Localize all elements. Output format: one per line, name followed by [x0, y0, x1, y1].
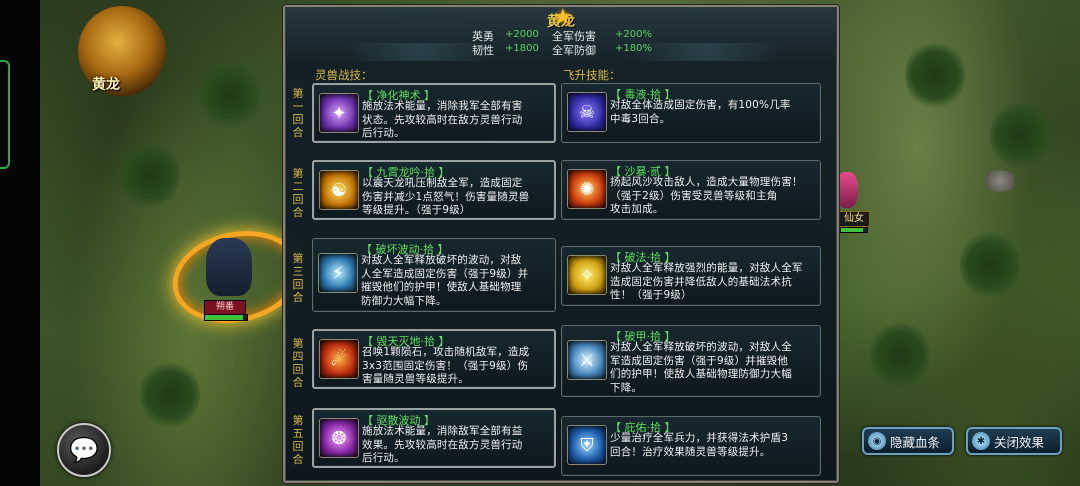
effects-icon: ✱ — [972, 432, 990, 450]
round-label: 第 二 回 合 — [292, 167, 304, 219]
hide-hp-bars-button[interactable]: ◉ 隐藏血条 — [862, 427, 954, 455]
stat-name: 全军防御 — [552, 44, 596, 57]
armor-break-icon: ⚔ — [567, 340, 607, 380]
tree — [140, 360, 200, 430]
tree — [870, 320, 930, 390]
dragon-skill-panel: 黄龙 ★ 英勇 +2000 全军伤害 +200% 韧性 +1800 全军防御 +… — [283, 5, 839, 483]
hide-hp-bars-label: 隐藏血条 — [890, 434, 941, 450]
beast-skill-section-label: 灵兽战技： — [315, 68, 373, 82]
header-ornament-right — [631, 43, 781, 61]
beast-skill-card[interactable]: ✦ 【 净化神术 】 施放法术能量，消除我军全部有害 状态。先攻较高时在敌方灵兽… — [312, 83, 556, 143]
round-label: 第 五 回 合 — [292, 414, 304, 466]
ascension-skill-card[interactable]: ⚔ 【 破甲·拾 】 对敌人全军释放破坏的波动，对敌人全 军造成固定伤害（强于9… — [561, 325, 821, 397]
beast-skill-card[interactable]: ☯ 【 九霄龙吟·拾 】 以震天龙吼压制敌全军，造成固定 伤害并减少1点怒气！伤… — [312, 160, 556, 220]
spell-break-icon: ✧ — [567, 255, 607, 295]
tree — [960, 230, 1020, 300]
skill-description: 召唤1颗陨石，攻击随机敌军，造成 3x3范围固定伤害！（强于9级）伤 害量随灵兽… — [362, 346, 530, 385]
ascension-skill-card[interactable]: ⛨ 【 庇佑·拾 】 少量治疗全军兵力，并获得法术护盾3 回合！治疗效果随灵兽等… — [561, 416, 821, 476]
enemy-unit-label: 仙女 — [838, 211, 870, 227]
rock — [982, 170, 1018, 192]
skill-description: 施放法术能量，消除敌军全部有益 效果。先攻较高时在敌方灵兽行动 后行动。 — [362, 425, 523, 464]
skill-description: 扬起风沙攻击敌人，造成大量物理伤害！ （强于2级）伤害受灵兽等级和主角 攻击加成… — [610, 176, 803, 215]
stat-name: 韧性 — [472, 44, 494, 57]
ascension-skill-section-label: 飞升技能： — [563, 68, 621, 82]
stat-value: +1800 — [505, 43, 539, 54]
ascension-skill-card[interactable]: ✺ 【 沙暴·贰 】 扬起风沙攻击敌人，造成大量物理伤害！ （强于2级）伤害受灵… — [561, 160, 821, 220]
skill-description: 对敌人全军释放破坏的波动，对敌人全 军造成固定伤害（强于9级）并摧毁他 们的护甲… — [610, 341, 792, 394]
skill-description: 以震天龙吼压制敌全军，造成固定 伤害并减少1点怒气！伤害量随灵兽 等级提升。（强… — [362, 177, 530, 216]
stat-value: +2000 — [505, 29, 539, 40]
poison-venom-icon: ☠ — [567, 92, 607, 132]
tree — [120, 140, 180, 210]
star-icon: ★ — [553, 5, 573, 30]
close-effects-label: 关闭效果 — [994, 434, 1045, 450]
enemy-unit[interactable] — [836, 172, 858, 208]
chat-bubble-icon: 💬 — [69, 436, 99, 464]
ascension-skill-card[interactable]: ☠ 【 毒液·拾 】 对敌全体造成固定伤害，有100%几率 中毒3回合。 — [561, 83, 821, 143]
skill-description: 施放法术能量，消除我军全部有害 状态。先攻较高时在敌方灵兽行动 后行动。 — [362, 100, 523, 139]
skill-description: 对敌全体造成固定伤害，有100%几率 中毒3回合。 — [610, 99, 791, 125]
round-label: 第 三 回 合 — [292, 252, 304, 304]
skill-description: 对敌人全军释放破坏的波动，对敌 人全军造成固定伤害（强于9级）并 摧毁他们的护甲… — [361, 254, 529, 307]
stat-value: +180% — [615, 43, 652, 54]
tree — [200, 60, 260, 130]
round-label: 第 一 回 合 — [292, 87, 304, 139]
meteor-icon: ☄ — [319, 339, 359, 379]
close-effects-button[interactable]: ✱ 关闭效果 — [966, 427, 1062, 455]
ally-unit-label: 朔番 — [204, 300, 246, 315]
beast-skill-card[interactable]: ☄ 【 毁天灭地·拾 】 召唤1颗陨石，攻击随机敌军，造成 3x3范围固定伤害！… — [312, 329, 556, 389]
beast-skill-card[interactable]: ⚡ 【 破坏波动·拾 】 对敌人全军释放破坏的波动，对敌 人全军造成固定伤害（强… — [312, 238, 556, 312]
eye-icon: ◉ — [868, 432, 886, 450]
tree — [990, 100, 1050, 170]
chat-button[interactable]: 💬 — [57, 423, 111, 477]
ally-unit[interactable] — [206, 238, 252, 296]
destruction-wave-icon: ⚡ — [318, 253, 358, 293]
dispel-wave-icon: ❂ — [319, 418, 359, 458]
enemy-hp-bar — [840, 227, 868, 233]
dragon-portrait-name: 黄龙 — [92, 77, 120, 93]
tree — [905, 40, 965, 110]
skill-description: 对敌人全军释放强烈的能量，对敌人全军 造成固定伤害并降低敌人的基础法术抗 性！（… — [610, 262, 803, 301]
beast-skill-card[interactable]: ❂ 【 驱散波动 】 施放法术能量，消除敌军全部有益 效果。先攻较高时在敌方灵兽… — [312, 408, 556, 468]
round-label: 第 四 回 合 — [292, 337, 304, 389]
stat-value: +200% — [615, 29, 652, 40]
sandstorm-icon: ✺ — [567, 169, 607, 209]
side-notch-indicator — [0, 60, 10, 169]
blessing-shield-icon: ⛨ — [567, 425, 607, 465]
purification-icon: ✦ — [319, 93, 359, 133]
dragon-roar-icon: ☯ — [319, 170, 359, 210]
skill-description: 少量治疗全军兵力，并获得法术护盾3 回合！治疗效果随灵兽等级提升。 — [610, 432, 789, 458]
ally-hp-bar — [204, 314, 248, 321]
ascension-skill-card[interactable]: ✧ 【 破法·拾 】 对敌人全军释放强烈的能量，对敌人全军 造成固定伤害并降低敌… — [561, 246, 821, 306]
